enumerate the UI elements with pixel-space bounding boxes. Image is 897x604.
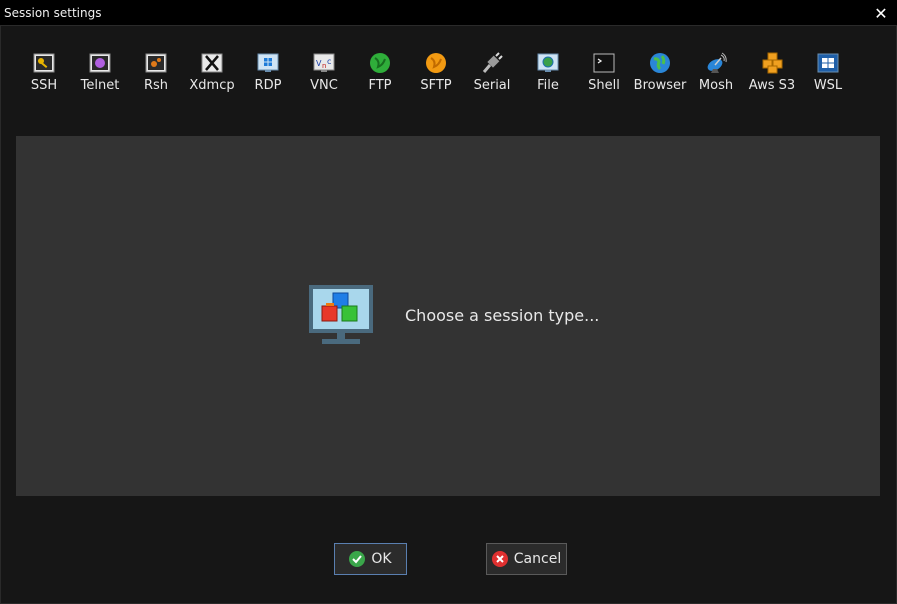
session-type-vnc[interactable]: Vnc VNC [296,50,352,98]
mosh-satellite-icon [705,52,727,74]
session-type-label: Mosh [698,78,734,93]
shell-terminal-icon [593,52,615,74]
telnet-icon [89,52,111,74]
session-type-label: RDP [254,78,282,93]
serial-plug-icon [481,52,503,74]
rsh-icon [145,52,167,74]
session-type-serial[interactable]: Serial [464,50,520,98]
ok-button-label: OK [371,551,392,567]
session-type-shell[interactable]: Shell [576,50,632,98]
session-type-label: Aws S3 [748,78,796,93]
session-type-rdp[interactable]: RDP [240,50,296,98]
session-type-label: VNC [310,78,338,93]
session-type-ftp[interactable]: FTP [352,50,408,98]
vnc-icon: Vnc [313,52,335,74]
aws-s3-icon [761,52,783,74]
session-type-wsl[interactable]: WSL [800,50,856,98]
session-type-label: Rsh [143,78,169,93]
cancel-button[interactable]: Cancel [486,543,567,575]
svg-text:n: n [322,62,326,70]
session-type-telnet[interactable]: Telnet [72,50,128,98]
browser-globe-icon [649,52,671,74]
session-type-ssh[interactable]: SSH [16,50,72,98]
session-type-label: SFTP [420,78,452,93]
file-icon [537,52,559,74]
session-settings-panel: Choose a session type... [16,136,880,496]
xdmcp-icon [201,52,223,74]
session-type-label: WSL [813,78,843,93]
ftp-globe-icon [369,52,391,74]
session-type-file[interactable]: File [520,50,576,98]
svg-text:c: c [327,57,331,66]
session-type-aws-s3[interactable]: Aws S3 [744,50,800,98]
session-type-mosh[interactable]: Mosh [688,50,744,98]
session-type-toolbar: SSH Telnet Rsh Xdmcp RDP Vnc VNC FTP SFT… [16,50,856,100]
session-type-label: Serial [473,78,511,93]
session-type-browser[interactable]: Browser [632,50,688,98]
session-type-label: Telnet [80,78,120,93]
window-title: Session settings [4,5,102,20]
close-button[interactable]: ✕ [871,3,891,23]
session-type-label: Xdmcp [189,78,235,93]
title-bar: Session settings ✕ [0,0,897,25]
session-type-label: File [537,78,559,93]
cancel-circle-icon [491,551,508,567]
ssh-key-icon [33,52,55,74]
cancel-button-label: Cancel [513,551,562,567]
session-type-rsh[interactable]: Rsh [128,50,184,98]
session-type-label: SSH [30,78,58,93]
sftp-globe-icon [425,52,447,74]
wsl-windows-icon [817,52,839,74]
rdp-icon [257,52,279,74]
session-cubes-monitor-icon [308,284,374,352]
check-circle-icon [349,551,366,567]
choose-session-prompt: Choose a session type... [405,306,600,325]
session-type-xdmcp[interactable]: Xdmcp [184,50,240,98]
session-type-label: Browser [633,78,687,93]
session-type-label: Shell [588,78,620,93]
ok-button[interactable]: OK [334,543,407,575]
session-type-label: FTP [368,78,392,93]
session-type-sftp[interactable]: SFTP [408,50,464,98]
